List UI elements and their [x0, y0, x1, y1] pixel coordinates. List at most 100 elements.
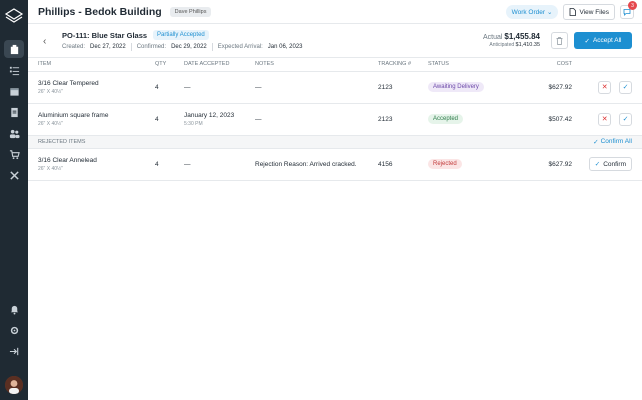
- checklist-icon[interactable]: [4, 61, 24, 79]
- work-order-dropdown[interactable]: Work Order ⌄: [505, 5, 559, 19]
- confirm-button[interactable]: ✓ Confirm: [588, 157, 632, 172]
- building-icon[interactable]: [4, 40, 24, 58]
- po-status-badge: Partially Accepted: [153, 30, 209, 40]
- col-date: DATE ACCEPTED: [184, 58, 255, 72]
- document-icon[interactable]: [4, 103, 24, 121]
- item-cell: Aluminium square frame 26" X 40½": [28, 103, 155, 136]
- item-size: 26" X 40½": [38, 165, 63, 172]
- cost-cell: $627.92: [518, 71, 572, 104]
- calendar-icon[interactable]: [4, 82, 24, 100]
- actions-cell: ✕ ✓: [572, 71, 642, 104]
- logout-icon[interactable]: [4, 342, 24, 360]
- confirmed-label: Confirmed:: [136, 44, 167, 50]
- table-row[interactable]: Aluminium square frame 26" X 40½" 4 Janu…: [28, 103, 642, 136]
- bell-icon[interactable]: [4, 300, 24, 318]
- qty-cell: 4: [155, 103, 184, 136]
- check-icon: ✓: [622, 84, 629, 91]
- confirm-all-button[interactable]: ✓ Confirm All: [593, 138, 632, 146]
- item-name: 3/16 Clear Annelead: [38, 156, 97, 164]
- col-tracking: TRACKING #: [378, 58, 428, 72]
- actions-cell: ✓ Confirm: [572, 148, 642, 181]
- item-cell: 3/16 Clear Annelead 26" X 40½": [28, 148, 155, 181]
- table-row[interactable]: 3/16 Clear Annelead 26" X 40½" 4 — Rejec…: [28, 148, 642, 181]
- time-value: 5:30 PM: [184, 120, 203, 127]
- reject-button[interactable]: ✕: [598, 80, 612, 94]
- date-cell: —: [184, 148, 255, 181]
- view-files-label: View Files: [579, 8, 609, 16]
- accept-button[interactable]: ✓: [619, 112, 632, 126]
- rejected-section-header: REJECTED ITEMS ✓ Confirm All: [28, 135, 642, 149]
- po-amount: Actual $1,455.84 Anticipated $1,410.35: [483, 32, 540, 48]
- logo-icon[interactable]: [4, 6, 24, 26]
- cost-cell: $507.42: [518, 103, 572, 136]
- back-icon[interactable]: ‹: [43, 36, 46, 47]
- rejected-label: REJECTED ITEMS: [38, 138, 86, 145]
- owner-tag[interactable]: Dave Phillips: [169, 6, 212, 17]
- col-actions: [572, 58, 642, 72]
- team-icon[interactable]: [4, 124, 24, 142]
- status-cell: Rejected: [428, 148, 518, 181]
- actual-amount: $1,455.84: [504, 32, 540, 41]
- divider: [211, 43, 213, 51]
- items-table: ITEM QTY DATE ACCEPTED NOTES TRACKING # …: [28, 58, 642, 136]
- status-badge: Rejected: [428, 159, 462, 170]
- confirm-label: Confirm: [603, 160, 626, 168]
- created-label: Created:: [62, 44, 86, 50]
- status-cell: Accepted: [428, 103, 518, 136]
- status-badge: Awaiting Delivery: [428, 82, 484, 92]
- check-icon: ✓: [622, 116, 629, 123]
- notes-cell: —: [255, 103, 378, 136]
- view-files-button[interactable]: View Files: [563, 4, 615, 20]
- item-name: 3/16 Clear Tempered: [38, 79, 99, 87]
- sidebar: [0, 0, 28, 400]
- col-item: ITEM: [28, 58, 155, 72]
- work-order-label: Work Order: [511, 8, 546, 16]
- item-cell: 3/16 Clear Tempered 26" X 40½": [28, 71, 155, 104]
- qty-cell: 4: [155, 71, 184, 104]
- table-header: ITEM QTY DATE ACCEPTED NOTES TRACKING # …: [28, 58, 642, 72]
- file-icon: [570, 8, 577, 16]
- cart-icon[interactable]: [4, 145, 24, 163]
- tracking-cell: 4156: [378, 148, 428, 181]
- col-status: STATUS: [428, 58, 518, 72]
- trash-icon: [556, 36, 563, 45]
- chevron-down-icon: ⌄: [547, 9, 553, 16]
- expected-label: Expected Arrival:: [217, 44, 263, 50]
- close-icon: ✕: [601, 84, 608, 91]
- accept-all-label: Accept All: [592, 37, 622, 44]
- col-qty: QTY: [155, 58, 184, 72]
- tools-icon[interactable]: [4, 166, 24, 184]
- check-icon: ✓: [594, 161, 601, 169]
- status-badge: Accepted: [428, 114, 464, 124]
- cost-cell: $627.92: [518, 148, 572, 181]
- confirm-all-label: Confirm All: [600, 138, 632, 145]
- reject-button[interactable]: ✕: [598, 112, 612, 126]
- po-dates: Created: Dec 27, 2022 Confirmed: Dec 29,…: [62, 43, 303, 51]
- item-size: 26" X 40½": [38, 120, 63, 127]
- col-cost: COST: [518, 58, 572, 72]
- notes-cell: Rejection Reason: Arrived cracked.: [255, 148, 378, 181]
- settings-icon[interactable]: [4, 321, 24, 339]
- qty-cell: 4: [155, 148, 184, 181]
- delete-button[interactable]: [551, 32, 568, 49]
- po-header: ‹ PO-111: Blue Star Glass Partially Acce…: [28, 24, 642, 58]
- created-date: Dec 27, 2022: [90, 44, 126, 50]
- actual-label: Actual: [482, 34, 503, 41]
- check-icon: ✓: [584, 37, 590, 45]
- actions-cell: ✕ ✓: [572, 103, 642, 136]
- accept-all-button[interactable]: ✓ Accept All: [574, 32, 632, 49]
- date-value: January 12, 2023: [184, 111, 235, 119]
- item-name: Aluminium square frame: [38, 111, 109, 119]
- date-cell: January 12, 2023 5:30 PM: [184, 103, 255, 136]
- chat-button[interactable]: 3: [620, 1, 637, 19]
- anticipated-amount: $1,410.35: [515, 42, 540, 48]
- top-bar: Phillips - Bedok Building Dave Phillips …: [28, 0, 642, 24]
- date-cell: —: [184, 71, 255, 104]
- item-size: 26" X 40½": [38, 88, 63, 95]
- divider: [130, 43, 132, 51]
- accept-button[interactable]: ✓: [619, 80, 632, 94]
- table-row[interactable]: 3/16 Clear Tempered 26" X 40½" 4 — — 212…: [28, 71, 642, 104]
- avatar[interactable]: [5, 376, 23, 394]
- main-content: Phillips - Bedok Building Dave Phillips …: [28, 0, 642, 400]
- check-icon: ✓: [593, 138, 599, 146]
